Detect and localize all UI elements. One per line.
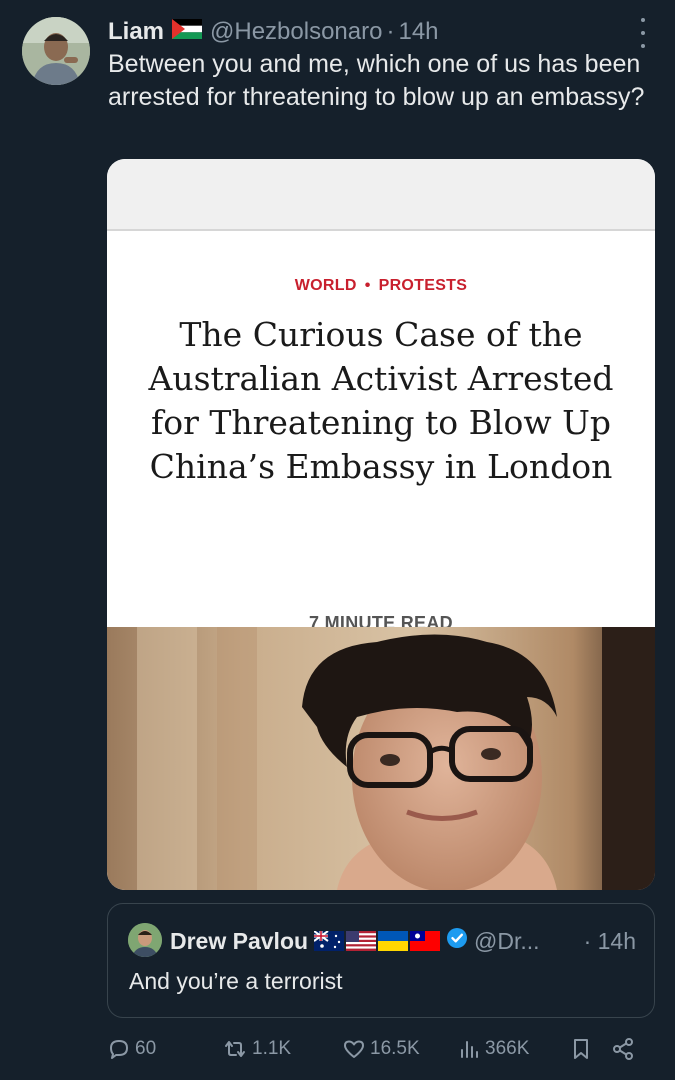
quote-timestamp[interactable]: · 14h [584,928,636,955]
repost-icon [222,1037,248,1061]
reply-button[interactable]: 60 [107,1037,222,1061]
quote-text: And you’re a terrorist [129,968,343,994]
like-count: 16.5K [370,1038,420,1059]
tweet-actions-bar: 60 1.1K 16.5K 366K [107,1033,647,1065]
category-world: WORLD [294,277,357,294]
share-button[interactable] [611,1037,641,1061]
category-bullet: • [364,277,371,294]
bookmark-button[interactable] [569,1037,611,1061]
article-headline: The Curious Case of the Australian Activ… [148,315,614,486]
quote-author-avatar[interactable] [128,923,162,957]
article-photo [107,627,655,890]
views-button[interactable]: 366K [457,1037,569,1061]
tweet-author-avatar[interactable] [22,17,90,85]
quote-flag-icons [314,931,441,951]
tweet-text: Between you and me, which one of us has … [108,50,645,111]
tweet-header: Liam @Hezbolsonaro · 14h [108,15,655,49]
quoted-tweet[interactable]: Drew Pavlou @Dr... · 14h And you’re a te… [107,903,655,1018]
palestine-flag-icon [172,18,203,46]
verified-badge-icon [446,927,468,955]
reply-icon [107,1037,131,1061]
article-category: WORLD • PROTESTS [107,277,655,295]
australia-flag-icon [314,931,345,951]
repost-button[interactable]: 1.1K [222,1037,342,1061]
card-header-strip [107,159,655,231]
views-bar-chart-icon [457,1037,481,1061]
like-button[interactable]: 16.5K [342,1037,457,1061]
quote-header: Drew Pavlou @Dr... · 14h [170,926,636,956]
bookmark-icon [569,1037,593,1061]
quote-author-name[interactable]: Drew Pavlou [170,928,308,955]
category-protests: PROTESTS [378,277,468,294]
share-icon [611,1037,635,1061]
separator-dot: · [386,18,395,45]
repost-count: 1.1K [252,1038,292,1059]
more-vertical-icon[interactable] [633,18,653,48]
article-preview: WORLD • PROTESTS The Curious Case of the A… [107,231,655,633]
link-preview-card[interactable]: WORLD • PROTESTS The Curious Case of the A… [107,159,655,890]
views-count: 366K [485,1038,530,1059]
usa-flag-icon [346,931,377,951]
ukraine-flag-icon [378,931,409,951]
taiwan-flag-icon [410,931,441,951]
reply-count: 60 [135,1038,157,1059]
tweet-timestamp[interactable]: 14h [398,18,438,46]
quote-author-handle[interactable]: @Dr... [474,928,540,955]
tweet-author-name[interactable]: Liam [108,18,164,46]
heart-icon [342,1037,366,1061]
tweet-author-handle[interactable]: @Hezbolsonaro [210,18,382,46]
